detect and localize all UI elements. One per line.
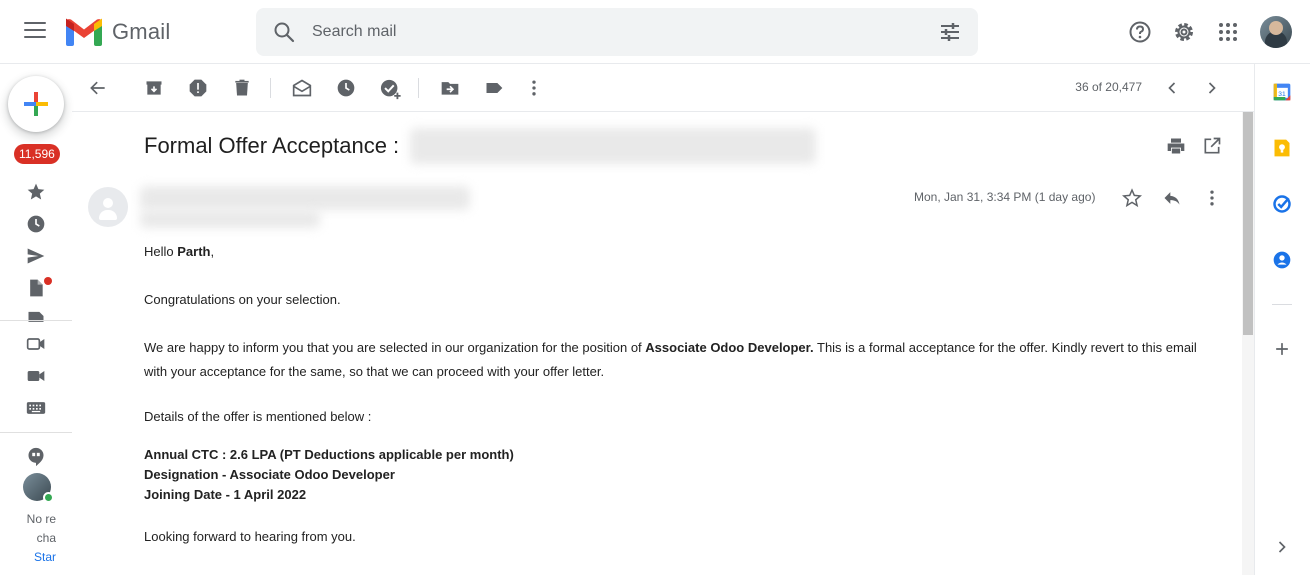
toolbar-separator-2	[418, 78, 419, 98]
compose-button[interactable]	[8, 76, 64, 132]
open-in-new-window-icon[interactable]	[1202, 136, 1222, 156]
offer-ctc: Annual CTC : 2.6 LPA (PT Deductions appl…	[144, 447, 514, 462]
inbox-unread-badge[interactable]: 11,596	[14, 144, 60, 164]
delete-icon[interactable]	[232, 78, 252, 98]
rail-divider	[0, 320, 72, 321]
chevron-left-icon[interactable]	[1162, 78, 1182, 98]
search-bar[interactable]	[256, 8, 978, 56]
offer-designation: Designation - Associate Odoo Developer	[144, 467, 395, 482]
email-body: Hello Parth, Congratulations on your sel…	[144, 240, 1214, 549]
no-recent-chats-text: No re cha Star	[0, 510, 56, 567]
start-chat-link[interactable]: Star	[0, 548, 56, 567]
keyboard-icon[interactable]	[26, 398, 46, 418]
side-panel-separator	[1272, 304, 1292, 305]
search-icon[interactable]	[272, 20, 296, 44]
gmail-wordmark: Gmail	[112, 19, 171, 44]
rail-divider-2	[0, 432, 72, 433]
show-side-panel-icon[interactable]	[1272, 537, 1292, 557]
hangouts-icon[interactable]	[26, 446, 46, 468]
account-avatar[interactable]	[1260, 16, 1292, 48]
help-icon[interactable]	[1128, 20, 1152, 44]
offer-paragraph: We are happy to inform you that you are …	[144, 340, 1197, 379]
more-options-icon[interactable]	[524, 78, 544, 98]
star-icon[interactable]	[1122, 188, 1142, 208]
label-icon[interactable]	[484, 78, 504, 98]
scrollbar-thumb[interactable]	[1243, 112, 1253, 335]
mark-unread-icon[interactable]	[292, 78, 312, 98]
back-arrow-icon[interactable]	[88, 78, 108, 98]
keep-icon[interactable]	[1272, 138, 1292, 158]
settings-icon[interactable]	[1172, 20, 1196, 44]
top-header: Gmail	[0, 0, 1310, 64]
message-pager: 36 of 20,477	[1075, 80, 1142, 94]
apps-grid-icon[interactable]	[1216, 20, 1240, 44]
search-options-icon[interactable]	[938, 20, 962, 44]
starred-icon[interactable]	[26, 182, 46, 202]
snooze-icon[interactable]	[336, 78, 356, 98]
chevron-right-icon[interactable]	[1202, 78, 1222, 98]
gmail-logo[interactable]: Gmail	[66, 17, 170, 47]
sender-avatar[interactable]	[88, 187, 128, 227]
report-spam-icon[interactable]	[188, 78, 208, 98]
sent-icon[interactable]	[26, 246, 46, 266]
reply-icon[interactable]	[1162, 188, 1182, 208]
archive-icon[interactable]	[144, 78, 164, 98]
new-meeting-icon[interactable]	[26, 334, 46, 354]
join-meeting-icon[interactable]	[26, 366, 46, 386]
print-icon[interactable]	[1166, 136, 1186, 156]
email-subject: Formal Offer Acceptance :	[144, 133, 400, 158]
tasks-icon[interactable]	[1272, 194, 1292, 214]
gmail-m-icon	[66, 18, 102, 46]
get-add-ons-icon[interactable]	[1272, 339, 1292, 359]
message-toolbar: 36 of 20,477	[72, 64, 1254, 112]
redacted-recipient	[140, 210, 320, 228]
calendar-icon[interactable]: 31	[1272, 82, 1292, 102]
drafts-notification-dot	[44, 277, 52, 285]
contacts-icon[interactable]	[1272, 250, 1292, 270]
redacted-subject	[410, 128, 816, 164]
redacted-sender-name	[140, 186, 470, 210]
main-menu-icon[interactable]	[24, 22, 46, 40]
message-date: Mon, Jan 31, 3:34 PM (1 day ago)	[914, 190, 1096, 204]
closing-line: Looking forward to hearing from you.	[144, 529, 356, 544]
congratulations-line: Congratulations on your selection.	[144, 292, 341, 307]
drafts-icon[interactable]	[26, 278, 46, 298]
add-to-tasks-icon[interactable]	[380, 78, 402, 100]
calendar-day: 31	[1278, 91, 1286, 98]
search-input[interactable]	[312, 20, 892, 44]
online-status-indicator	[43, 492, 54, 503]
move-to-icon[interactable]	[440, 78, 460, 98]
message-more-icon[interactable]	[1202, 188, 1222, 208]
toolbar-separator	[270, 78, 271, 98]
snoozed-icon[interactable]	[26, 214, 46, 234]
details-intro: Details of the offer is mentioned below …	[144, 409, 372, 424]
offer-joining-date: Joining Date - 1 April 2022	[144, 487, 307, 502]
greeting: Hello Parth,	[144, 244, 215, 259]
